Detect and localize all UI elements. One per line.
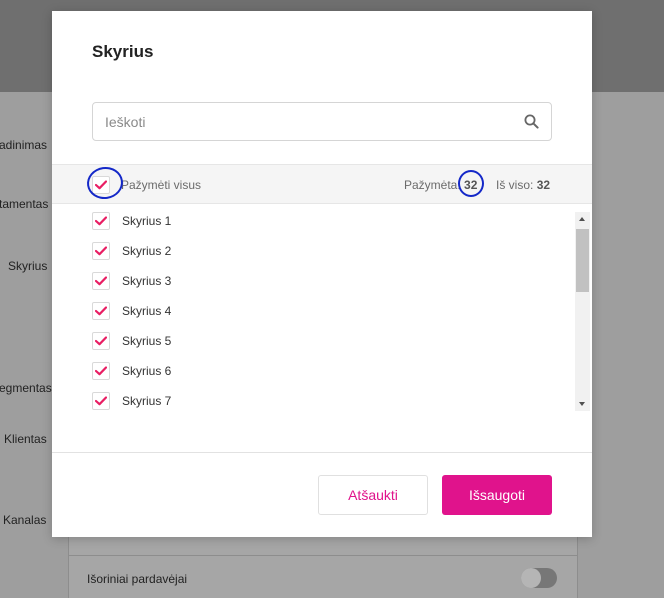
checkmark-icon [95, 306, 107, 316]
background-label-2: tamentas [0, 197, 49, 211]
background-card-row: Išoriniai pardavėjai [69, 555, 577, 598]
cancel-button[interactable]: Atšaukti [318, 475, 428, 515]
chevron-down-icon [579, 402, 585, 406]
scroll-thumb[interactable] [576, 229, 589, 292]
scroll-down-button[interactable] [575, 397, 590, 411]
item-checkbox[interactable] [92, 332, 110, 350]
footer-divider [52, 452, 592, 453]
option-list: Skyrius 1 Skyrius 2 Skyrius 3 Skyrius 4 … [52, 211, 592, 413]
background-label-4: egmentas [0, 381, 52, 395]
search-input[interactable] [93, 103, 513, 140]
list-item[interactable]: Skyrius 7 [92, 391, 552, 413]
background-label-6: Kanalas [3, 513, 47, 527]
list-item[interactable]: Skyrius 2 [92, 241, 552, 271]
item-label: Skyrius 5 [122, 334, 172, 348]
item-label: Skyrius 3 [122, 274, 172, 288]
item-checkbox[interactable] [92, 392, 110, 410]
total-count-label: Iš viso: [496, 178, 534, 192]
checkmark-icon [95, 396, 107, 406]
checkmark-icon [95, 216, 107, 226]
annotation-circle-select-all [84, 164, 126, 202]
background-label-1: adinimas [0, 138, 48, 152]
select-all-label[interactable]: Pažymėti visus [121, 178, 201, 192]
chevron-up-icon [579, 217, 585, 221]
save-button[interactable]: Išsaugoti [442, 475, 552, 515]
modal-title: Skyrius [92, 42, 154, 61]
select-bar: Pažymėti visus Pažymėta: 32 Iš viso: 32 [52, 164, 592, 204]
background-label-5: Klientas [4, 432, 47, 446]
checkmark-icon [95, 336, 107, 346]
background-label-3: Skyrius [8, 259, 48, 273]
background-card: Išoriniai pardavėjai [68, 537, 578, 598]
annotation-circle-count [458, 170, 484, 197]
checkmark-icon [95, 246, 107, 256]
item-checkbox[interactable] [92, 272, 110, 290]
item-checkbox[interactable] [92, 242, 110, 260]
background-toggle [521, 568, 557, 588]
item-label: Skyrius 2 [122, 244, 172, 258]
item-checkbox[interactable] [92, 302, 110, 320]
item-label: Skyrius 4 [122, 304, 172, 318]
background-card-label: Išoriniai pardavėjai [87, 572, 188, 586]
list-item[interactable]: Skyrius 5 [92, 331, 552, 361]
background-toggle-knob [521, 568, 541, 588]
search-icon[interactable] [524, 114, 539, 129]
checkmark-icon [95, 366, 107, 376]
checkmark-icon [95, 276, 107, 286]
list-item[interactable]: Skyrius 6 [92, 361, 552, 391]
scroll-up-button[interactable] [575, 212, 590, 226]
list-item[interactable]: Skyrius 4 [92, 301, 552, 331]
item-checkbox[interactable] [92, 362, 110, 380]
total-count-value: 32 [536, 178, 551, 192]
item-label: Skyrius 7 [122, 394, 172, 408]
list-item[interactable]: Skyrius 1 [92, 211, 552, 241]
selected-count-label: Pažymėta: [404, 178, 461, 192]
item-checkbox[interactable] [92, 212, 110, 230]
list-item[interactable]: Skyrius 3 [92, 271, 552, 301]
skyrius-modal: Skyrius Pažymėti visus Pažymėta: 32 Iš v… [52, 11, 592, 537]
item-label: Skyrius 6 [122, 364, 172, 378]
search-box [92, 102, 552, 141]
item-label: Skyrius 1 [122, 214, 172, 228]
total-count: Iš viso: 32 [496, 178, 550, 192]
list-scrollbar[interactable] [575, 212, 590, 411]
